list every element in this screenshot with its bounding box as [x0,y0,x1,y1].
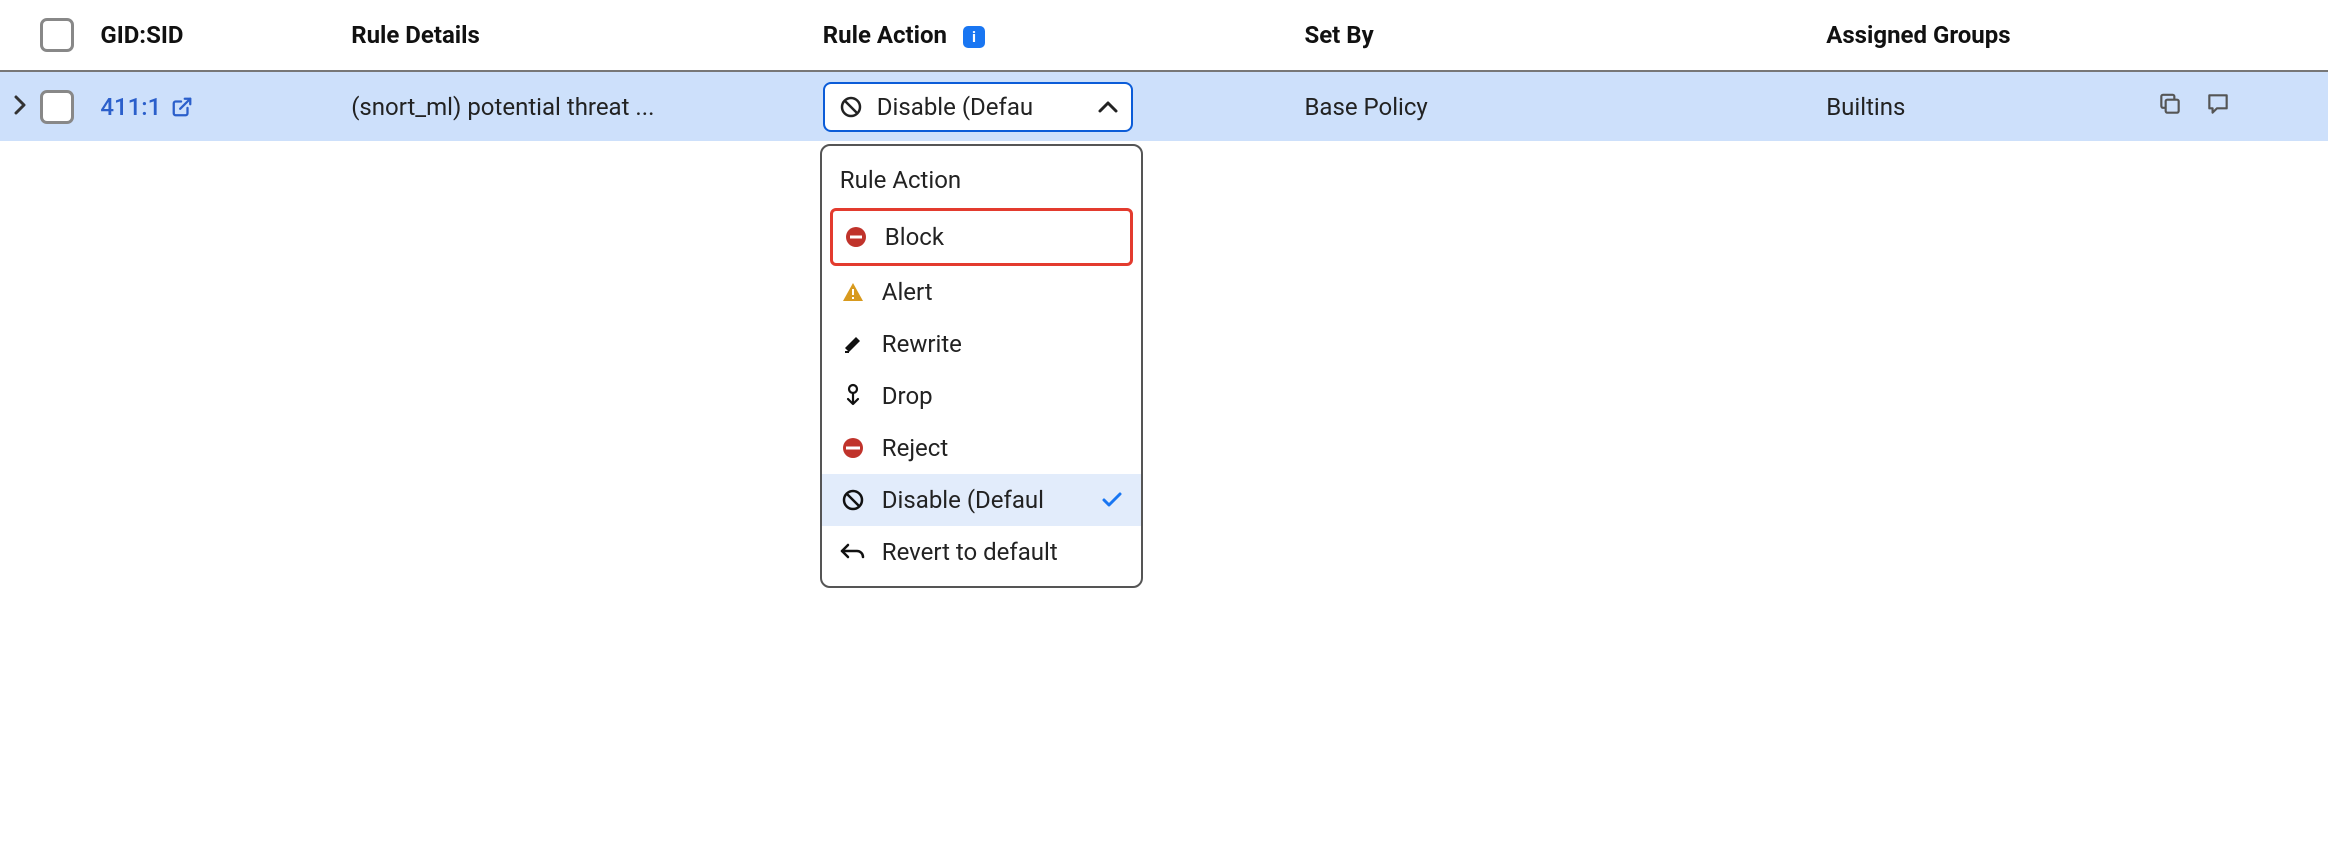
chevron-up-icon [1097,99,1119,115]
header-rule-details: Rule Details [351,0,823,70]
rule-action-option-alert[interactable]: Alert [822,266,1141,318]
external-link-icon [171,96,193,118]
gidsid-link[interactable]: 411:1 [100,93,193,121]
row-checkbox[interactable] [40,90,74,124]
disable-icon [839,95,863,119]
block-icon [843,224,869,250]
rewrite-icon [840,331,866,357]
reject-icon [840,435,866,461]
select-all-checkbox[interactable] [40,18,74,52]
chevron-right-icon[interactable] [8,93,32,117]
header-assigned-groups: Assigned Groups [1826,0,2157,70]
rule-action-option-reject[interactable]: Reject [822,422,1141,474]
set-by-text: Base Policy [1304,93,1427,121]
comment-icon[interactable] [2205,91,2231,117]
header-gidsid: GID:SID [100,0,351,70]
header-set-by: Set By [1304,0,1826,70]
rule-details-text: (snort_ml) potential threat ... [351,93,654,121]
check-icon [1101,491,1123,509]
rule-action-option-drop[interactable]: Drop [822,370,1141,422]
info-icon[interactable]: i [963,26,985,48]
rule-action-select[interactable]: Disable (Defau [823,82,1133,132]
rule-action-option-revert[interactable]: Revert to default [822,526,1141,578]
rule-action-dropdown: Rule Action Block [820,144,1143,588]
header-rule-action: Rule Action i [823,0,1305,70]
alert-icon [840,279,866,305]
copy-icon[interactable] [2157,91,2183,117]
disable-icon [840,487,866,513]
rule-action-option-rewrite[interactable]: Rewrite [822,318,1141,370]
table-row: 411:1 (snort_ml) potential threat ... [0,71,2328,141]
dropdown-heading: Rule Action [822,156,1141,208]
rule-action-option-disable[interactable]: Disable (Defaul [822,474,1141,526]
rule-action-option-block[interactable]: Block [830,208,1133,266]
drop-icon [840,383,866,409]
assigned-groups-text: Builtins [1826,93,1905,121]
revert-icon [840,539,866,565]
